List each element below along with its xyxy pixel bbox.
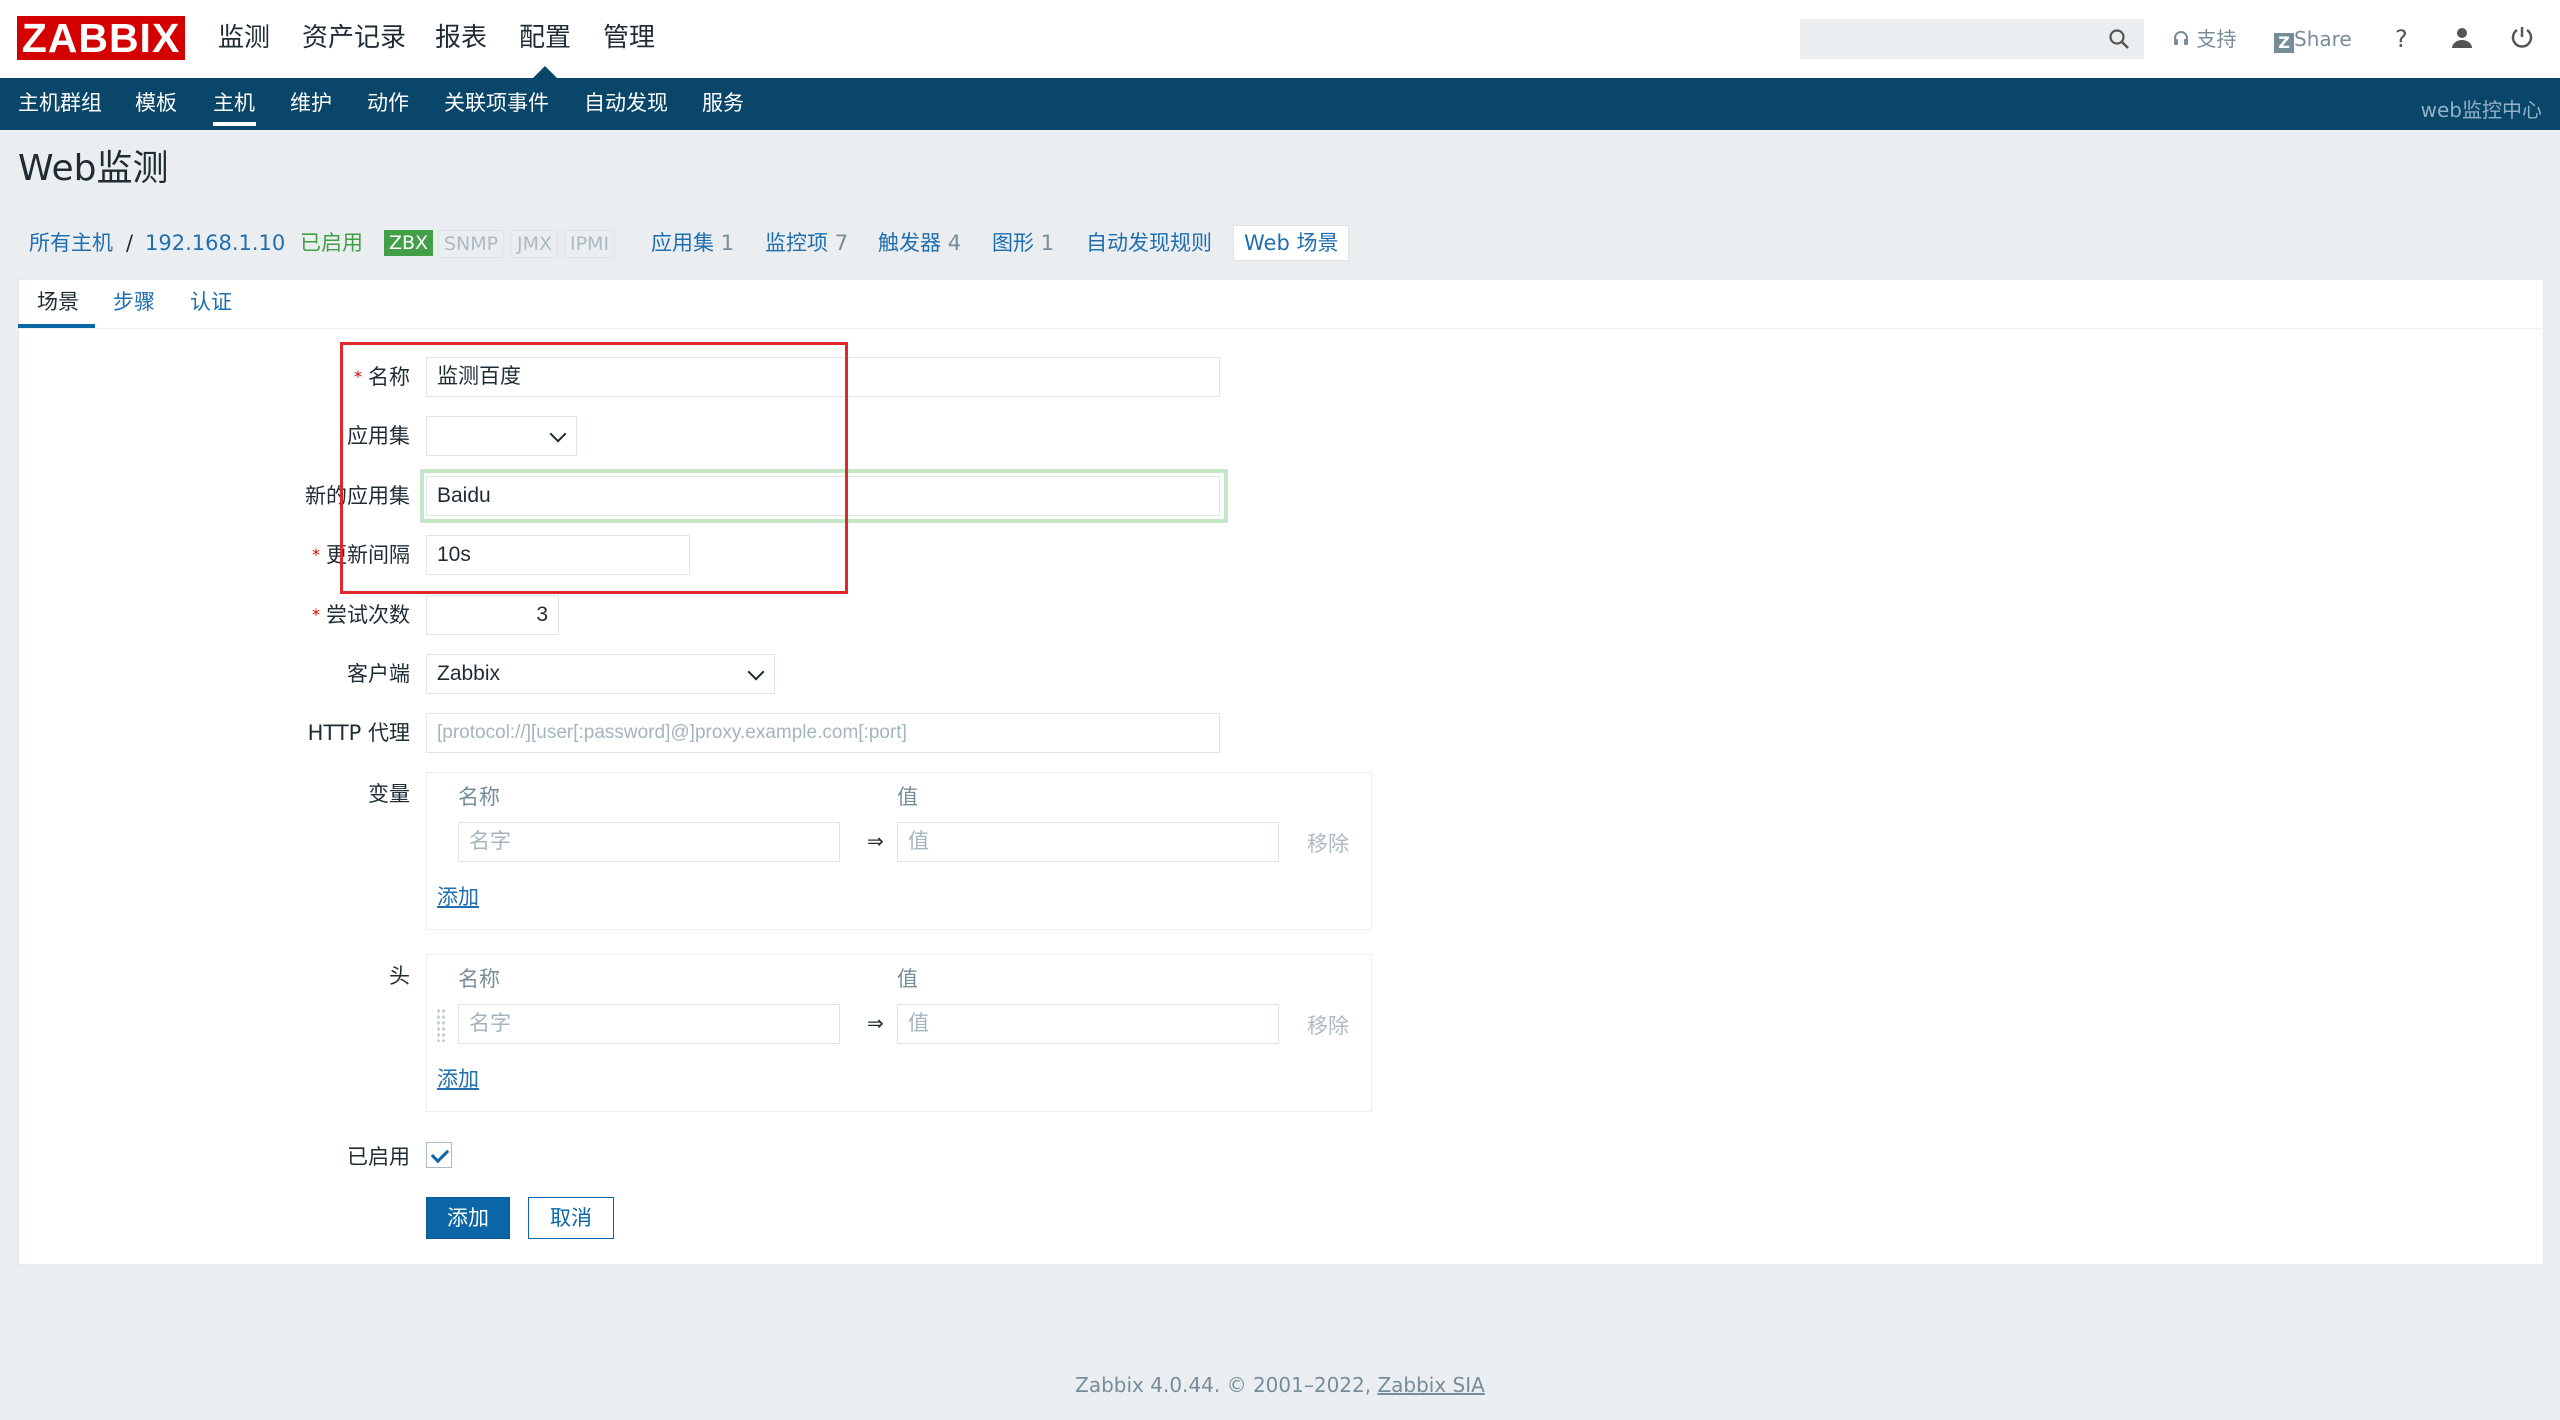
tab-strip-divider <box>18 328 2542 329</box>
host-nav-applications[interactable]: 应用集 1 <box>651 228 734 258</box>
host-nav-triggers[interactable]: 触发器 4 <box>878 228 961 258</box>
drag-handle-icon[interactable] <box>436 1008 446 1042</box>
header-arrow: ⇒ <box>867 1011 884 1035</box>
search-input[interactable] <box>1800 19 2144 59</box>
zbx-availability-badge: ZBX <box>384 230 434 256</box>
agent-label: 客户端 <box>347 662 410 686</box>
footer-text: Zabbix 4.0.44. © 2001–2022, <box>1075 1373 1378 1397</box>
active-menu-pointer <box>533 66 557 78</box>
menu-configuration[interactable]: 配置 <box>519 18 571 58</box>
agent-select-value: Zabbix <box>437 662 501 685</box>
headers-col-name: 名称 <box>458 967 500 991</box>
subnav-actions[interactable]: 动作 <box>367 86 409 120</box>
menu-inventory[interactable]: 资产记录 <box>302 18 406 58</box>
breadcrumb-all-hosts[interactable]: 所有主机 <box>29 228 113 258</box>
subnav-correlation[interactable]: 关联项事件 <box>444 86 549 120</box>
attempts-label: * 尝试次数 <box>312 600 410 630</box>
triggers-count: 4 <box>947 231 962 255</box>
subnav-host-groups[interactable]: 主机群组 <box>18 86 102 120</box>
variables-col-name: 名称 <box>458 785 500 809</box>
sign-out-icon[interactable] <box>2510 25 2534 49</box>
triggers-label: 触发器 <box>878 231 941 255</box>
headers-label: 头 <box>389 964 410 988</box>
server-name: web监控中心 <box>2420 98 2542 122</box>
graphs-count: 1 <box>1040 231 1055 255</box>
subnav-templates[interactable]: 模板 <box>135 86 177 120</box>
cancel-button[interactable]: 取消 <box>528 1197 614 1239</box>
help-icon[interactable]: ? <box>2395 24 2408 54</box>
breadcrumb-separator: / <box>126 231 134 255</box>
jmx-availability-badge: JMX <box>511 230 559 258</box>
tab-scenario[interactable]: 场景 <box>37 287 79 317</box>
subnav-services[interactable]: 服务 <box>702 86 744 120</box>
variable-remove-link[interactable]: 移除 <box>1307 828 1349 858</box>
headset-icon <box>2174 31 2188 45</box>
page-title: Web监测 <box>18 148 169 189</box>
http-proxy-field[interactable]: [protocol://][user[:password]@]proxy.exa… <box>426 713 1220 753</box>
share-label: Share <box>2294 27 2352 51</box>
breadcrumb-host[interactable]: 192.168.1.10 <box>145 228 285 258</box>
search-icon[interactable] <box>2108 28 2130 50</box>
top-header: ZABBIX 监测 资产记录 报表 配置 管理 支持 Z Share ? <box>0 0 2560 78</box>
footer-vendor-link[interactable]: Zabbix SIA <box>1377 1373 1484 1397</box>
host-nav-items[interactable]: 监控项 7 <box>765 228 848 258</box>
variables-col-value: 值 <box>897 785 918 809</box>
host-status: 已启用 <box>300 231 363 255</box>
chevron-down-icon <box>747 663 765 681</box>
subnav-active-indicator <box>213 122 256 126</box>
subnav-discovery[interactable]: 自动发现 <box>584 86 668 120</box>
share-link[interactable]: Z Share <box>2274 24 2352 54</box>
subnav-hosts[interactable]: 主机 <box>213 86 255 120</box>
menu-administration[interactable]: 管理 <box>603 18 655 58</box>
required-marker: * <box>312 605 320 624</box>
enabled-checkbox[interactable] <box>426 1142 452 1168</box>
host-nav-graphs[interactable]: 图形 1 <box>992 228 1054 258</box>
agent-select[interactable]: Zabbix <box>426 654 775 694</box>
attempts-field[interactable]: 3 <box>426 595 559 635</box>
variable-name-field[interactable]: 名字 <box>458 822 840 862</box>
items-count: 7 <box>834 231 849 255</box>
variable-arrow: ⇒ <box>867 829 884 853</box>
required-marker: * <box>312 545 320 564</box>
share-icon: Z <box>2274 33 2294 53</box>
menu-monitoring[interactable]: 监测 <box>218 18 270 58</box>
attempts-label-text: 尝试次数 <box>326 603 410 627</box>
subnav-maintenance[interactable]: 维护 <box>290 86 332 120</box>
zabbix-logo[interactable]: ZABBIX <box>17 16 185 60</box>
highlight-annotation-box <box>340 342 848 594</box>
http-proxy-label: HTTP 代理 <box>307 721 410 745</box>
add-button[interactable]: 添加 <box>426 1197 510 1239</box>
host-nav-web-scenarios[interactable]: Web 场景 <box>1233 225 1350 261</box>
tab-steps[interactable]: 步骤 <box>113 287 155 317</box>
headers-col-value: 值 <box>897 967 918 991</box>
footer: Zabbix 4.0.44. © 2001–2022, Zabbix SIA <box>0 1373 2560 1397</box>
variable-add-link[interactable]: 添加 <box>437 881 479 911</box>
variables-label: 变量 <box>368 782 410 806</box>
applications-count: 1 <box>720 231 735 255</box>
support-link[interactable]: 支持 <box>2172 24 2236 54</box>
user-profile-icon[interactable] <box>2450 26 2474 50</box>
snmp-availability-badge: SNMP <box>438 230 505 258</box>
header-name-field[interactable]: 名字 <box>458 1004 840 1044</box>
sub-navigation-bar: 主机群组 模板 主机 维护 动作 关联项事件 自动发现 服务 web监控中心 <box>0 78 2560 130</box>
items-label: 监控项 <box>765 231 828 255</box>
tab-authentication[interactable]: 认证 <box>190 287 232 317</box>
menu-reports[interactable]: 报表 <box>435 18 487 58</box>
checkmark-icon <box>430 1144 450 1164</box>
active-tab-indicator <box>18 324 95 328</box>
enabled-label: 已启用 <box>347 1145 410 1169</box>
header-remove-link[interactable]: 移除 <box>1307 1010 1349 1040</box>
graphs-label: 图形 <box>992 231 1034 255</box>
host-nav-discovery-rules[interactable]: 自动发现规则 <box>1086 228 1212 258</box>
ipmi-availability-badge: IPMI <box>564 230 616 258</box>
support-label: 支持 <box>2196 27 2237 51</box>
applications-label: 应用集 <box>651 231 714 255</box>
variable-value-field[interactable]: 值 <box>897 822 1279 862</box>
header-add-link[interactable]: 添加 <box>437 1063 479 1093</box>
header-value-field[interactable]: 值 <box>897 1004 1279 1044</box>
